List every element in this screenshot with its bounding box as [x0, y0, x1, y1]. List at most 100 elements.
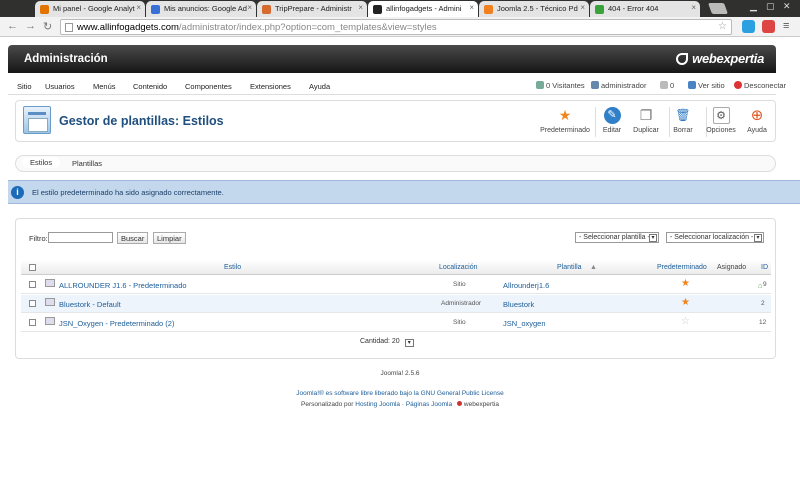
row-checkbox[interactable] — [29, 300, 36, 307]
browser-tab-title: TripPrepare - Administr — [275, 4, 352, 13]
tripprepare-favicon-icon — [262, 5, 271, 14]
template-thumbnail-icon[interactable] — [45, 298, 55, 306]
admin-header: Administración webexpertia — [8, 45, 776, 73]
clear-button[interactable]: Limpiar — [153, 232, 186, 244]
minimize-icon[interactable]: ▁ — [750, 1, 757, 12]
view-site-link[interactable]: Ver sitio — [688, 81, 725, 90]
close-tab-icon[interactable]: × — [469, 3, 474, 12]
make-default-star-icon[interactable]: ☆ — [681, 316, 690, 327]
menu-item-contenido[interactable]: Contenido — [133, 82, 167, 91]
reload-icon[interactable]: ↻ — [43, 20, 52, 33]
column-default[interactable]: Predeterminado — [657, 264, 707, 271]
browser-tab-1[interactable]: Mis anuncios: Google Ad × — [146, 1, 256, 17]
close-window-icon[interactable]: ✕ — [783, 1, 791, 12]
close-tab-icon[interactable]: × — [136, 3, 141, 12]
menu-item-menus[interactable]: Menús — [93, 82, 116, 91]
brand-name: webexpertia — [692, 51, 764, 66]
back-icon[interactable]: ← — [7, 20, 18, 32]
browser-tab-0[interactable]: Mi panel - Google Analyt × — [35, 1, 145, 17]
tab-estilos[interactable]: Estilos — [22, 157, 61, 168]
submenu-tabs: Estilos Plantillas — [15, 155, 776, 172]
browser-tab-5[interactable]: 404 - Error 404 × — [590, 1, 700, 17]
help-button[interactable]: ⊕ Ayuda — [739, 107, 775, 134]
column-style[interactable]: Estilo — [224, 264, 241, 271]
forward-icon[interactable]: → — [25, 20, 36, 32]
analytics-favicon-icon — [40, 5, 49, 14]
style-link[interactable]: Bluestork - Default — [59, 300, 121, 309]
template-link[interactable]: Allrounderj1.6 — [503, 281, 549, 290]
style-location: Sitio — [453, 281, 466, 288]
skype-extension-icon[interactable] — [742, 20, 755, 33]
template-link[interactable]: Bluestork — [503, 300, 534, 309]
default-star-icon[interactable]: ★ — [681, 297, 690, 308]
messages-status[interactable]: 0 — [660, 81, 674, 90]
sort-asc-icon: ▲ — [590, 264, 597, 271]
footer-brand[interactable]: webexpertia — [464, 401, 499, 408]
default-button[interactable]: ★ Predeterminado — [540, 107, 590, 134]
search-button[interactable]: Buscar — [117, 232, 149, 244]
menu-item-sitio[interactable]: Sitio — [17, 82, 32, 91]
menu-item-extensiones[interactable]: Extensiones — [250, 82, 291, 91]
filter-search-input[interactable] — [48, 232, 113, 243]
close-tab-icon[interactable]: × — [580, 3, 585, 12]
row-checkbox[interactable] — [29, 319, 36, 326]
browser-tab-3[interactable]: allinfogadgets - Admini × — [368, 1, 478, 17]
extension-icon[interactable] — [762, 20, 775, 33]
browser-toolbar: ← → ↻ www.allinfogadgets.com/administrat… — [0, 17, 800, 37]
close-tab-icon[interactable]: × — [691, 3, 696, 12]
title-panel: Gestor de plantillas: Estilos ★ Predeter… — [15, 100, 776, 142]
gpl-link[interactable]: GNU General Public License — [421, 390, 504, 397]
maximize-icon[interactable]: ▢ — [766, 1, 775, 12]
template-thumbnail-icon[interactable] — [45, 317, 55, 325]
settings-menu-icon[interactable]: ≡ — [783, 20, 789, 32]
logout-link[interactable]: Desconectar — [734, 81, 786, 90]
address-bar[interactable]: www.allinfogadgets.com/administrator/ind… — [60, 19, 732, 35]
style-link[interactable]: ALLROUNDER J1.6 - Predeterminado — [59, 281, 187, 290]
column-id[interactable]: ID — [761, 264, 768, 271]
new-tab-button[interactable] — [707, 3, 729, 14]
browser-tab-title: Mi panel - Google Analyt — [53, 4, 135, 13]
column-template[interactable]: Plantilla — [557, 264, 582, 271]
tab-plantillas[interactable]: Plantillas — [72, 159, 102, 168]
column-location[interactable]: Localización — [439, 264, 478, 271]
table-row: JSN_Oxygen - Predeterminado (2) Sitio JS… — [21, 314, 771, 332]
menu-item-usuarios[interactable]: Usuarios — [45, 82, 75, 91]
select-location-dropdown[interactable]: - Seleccionar localización - ▾ — [666, 232, 764, 243]
menu-item-componentes[interactable]: Componentes — [185, 82, 232, 91]
duplicate-button[interactable]: ❐ Duplicar — [625, 107, 667, 134]
row-checkbox[interactable] — [29, 281, 36, 288]
options-button[interactable]: ⚙ Opciones — [700, 107, 742, 134]
menu-item-ayuda[interactable]: Ayuda — [309, 82, 330, 91]
filter-label: Filtro: — [29, 234, 48, 243]
webexpertia-logo: webexpertia — [676, 51, 764, 66]
home-icon: ⌂ — [758, 281, 763, 290]
template-link[interactable]: JSN_oxygen — [503, 319, 546, 328]
footer-version: Joomla! 2.5.6 — [380, 370, 420, 377]
default-star-icon[interactable]: ★ — [681, 278, 690, 289]
admins-label: administrador — [601, 81, 647, 90]
browser-tab-4[interactable]: Joomla 2.5 - Técnico Pd × — [479, 1, 589, 17]
close-tab-icon[interactable]: × — [358, 3, 363, 12]
star-icon: ★ — [558, 107, 572, 123]
webexpertia-small-logo-icon — [456, 401, 462, 406]
bookmark-star-icon[interactable]: ☆ — [718, 21, 727, 32]
delete-button[interactable]: 🗑 Borrar — [662, 107, 704, 134]
paginas-joomla-link[interactable]: Páginas Joomla — [406, 401, 452, 408]
hosting-joomla-link[interactable]: Hosting Joomla — [355, 401, 400, 408]
browser-tab-2[interactable]: TripPrepare - Administr × — [257, 1, 367, 17]
logout-label: Desconectar — [744, 81, 787, 90]
delete-button-label: Borrar — [673, 127, 693, 134]
help-button-label: Ayuda — [747, 127, 767, 134]
close-tab-icon[interactable]: × — [247, 3, 252, 12]
style-link[interactable]: JSN_Oxygen - Predeterminado (2) — [59, 319, 174, 328]
select-all-checkbox[interactable] — [29, 264, 36, 271]
template-thumbnail-icon[interactable] — [45, 279, 55, 287]
pencil-icon: ✎ — [603, 107, 621, 124]
copy-icon: ❐ — [639, 107, 653, 123]
page-icon — [65, 23, 73, 32]
select-template-dropdown[interactable]: - Seleccionar plantilla - ▾ — [575, 232, 659, 243]
license-text[interactable]: Joomla!® es software libre liberado bajo… — [296, 390, 419, 397]
page-title: Gestor de plantillas: Estilos — [59, 114, 224, 128]
pagination-limit[interactable]: Cantidad: 20 ▾ — [360, 338, 414, 347]
visitors-count: 0 Visitantes — [546, 81, 585, 90]
